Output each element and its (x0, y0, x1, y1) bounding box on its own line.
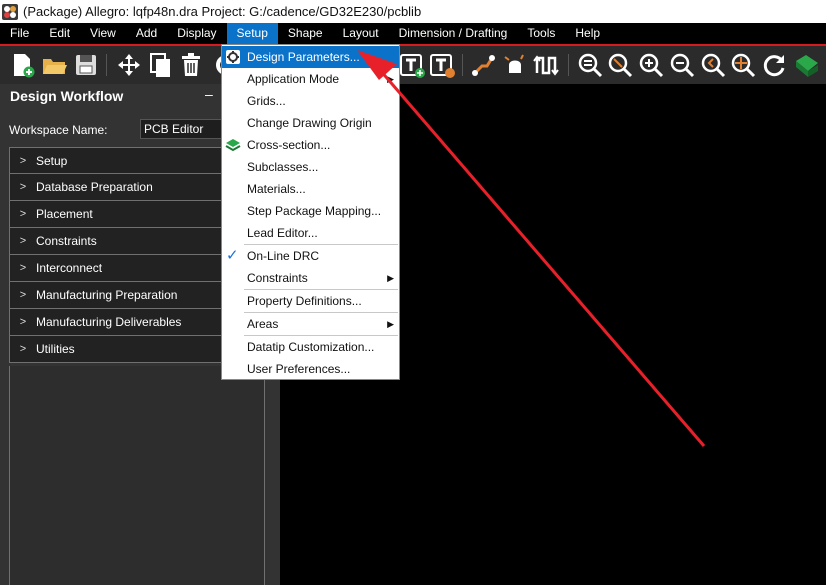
menu-tools[interactable]: Tools (517, 23, 565, 44)
submenu-arrow-icon: ▶ (387, 74, 394, 84)
toolbar-separator (106, 54, 107, 76)
menu-item-change-drawing-origin[interactable]: Change Drawing Origin (222, 112, 399, 134)
toolbar-separator (462, 54, 463, 76)
chevron-right-icon: > (19, 316, 27, 328)
toolbar-separator (568, 54, 569, 76)
workflow-item-label: Interconnect (36, 261, 103, 275)
copy-icon[interactable] (146, 51, 174, 79)
menu-shape[interactable]: Shape (278, 23, 333, 44)
menu-item-label: Property Definitions... (247, 294, 362, 308)
menu-edit[interactable]: Edit (39, 23, 80, 44)
menu-item-areas[interactable]: Areas ▶ (222, 313, 399, 335)
text-icon[interactable] (398, 51, 426, 79)
move-icon[interactable] (115, 51, 143, 79)
menu-layout[interactable]: Layout (333, 23, 389, 44)
submenu-arrow-icon: ▶ (387, 319, 394, 329)
text-edit-icon[interactable] (428, 51, 456, 79)
menu-add[interactable]: Add (126, 23, 167, 44)
submenu-arrow-icon: ▶ (387, 273, 394, 283)
redraw-icon[interactable] (760, 51, 788, 79)
chevron-right-icon: > (19, 289, 27, 301)
zoom-out-icon[interactable] (668, 51, 696, 79)
chevron-right-icon: > (19, 262, 27, 274)
menu-item-property-definitions[interactable]: Property Definitions... (222, 290, 399, 312)
menu-item-label: Cross-section... (247, 138, 331, 152)
menu-item-online-drc[interactable]: ✓ On-Line DRC (222, 245, 399, 267)
save-icon[interactable] (72, 51, 100, 79)
title-bar: (Package) Allegro: lqfp48n.dra Project: … (0, 0, 826, 23)
menu-item-label: Lead Editor... (247, 226, 318, 240)
zoom-previous-icon[interactable] (699, 51, 727, 79)
menu-item-label: Datatip Customization... (247, 340, 375, 354)
menu-item-label: Grids... (247, 94, 286, 108)
menu-item-application-mode[interactable]: Application Mode ▶ (222, 68, 399, 90)
menu-item-design-parameters[interactable]: Design Parameters... (222, 46, 399, 68)
menu-item-label: User Preferences... (247, 362, 351, 376)
menu-item-subclasses[interactable]: Subclasses... (222, 156, 399, 178)
menu-item-label: Subclasses... (247, 160, 319, 174)
menu-item-label: Step Package Mapping... (247, 204, 382, 218)
menu-item-materials[interactable]: Materials... (222, 178, 399, 200)
zoom-window-icon[interactable] (606, 51, 634, 79)
menu-item-label: Design Parameters... (247, 50, 360, 64)
chevron-right-icon: > (19, 343, 27, 355)
menu-display[interactable]: Display (167, 23, 226, 44)
menu-item-label: On-Line DRC (247, 249, 320, 263)
menu-file[interactable]: File (0, 23, 39, 44)
workspace-name-label: Workspace Name: (9, 123, 108, 137)
zoom-in-icon[interactable] (637, 51, 665, 79)
chevron-right-icon: > (19, 181, 27, 193)
panel-title: Design Workflow (10, 88, 124, 104)
main-toolbar (0, 46, 826, 84)
workflow-item-label: Constraints (36, 234, 97, 248)
chevron-right-icon: > (19, 154, 27, 167)
menu-item-cross-section[interactable]: Cross-section... (222, 134, 399, 156)
menu-item-grids[interactable]: Grids... (222, 90, 399, 112)
menu-item-datatip-customization[interactable]: Datatip Customization... (222, 336, 399, 358)
workflow-item-label: Database Preparation (36, 180, 153, 194)
allegro-app-icon (2, 3, 18, 20)
window-title: (Package) Allegro: lqfp48n.dra Project: … (23, 4, 422, 19)
slide-icon[interactable] (501, 51, 529, 79)
checkmark-icon: ✓ (226, 247, 239, 264)
workflow-item-label: Manufacturing Deliverables (36, 315, 182, 329)
delay-tune-icon[interactable] (532, 51, 560, 79)
layer-stack-icon (225, 139, 241, 152)
zoom-fit-icon[interactable] (576, 51, 604, 79)
workflow-item-label: Setup (36, 153, 68, 168)
setup-dropdown-menu: Design Parameters... Application Mode ▶ … (221, 44, 400, 380)
menu-item-label: Constraints (247, 271, 308, 285)
new-file-icon[interactable] (8, 51, 36, 79)
delete-icon[interactable] (177, 51, 205, 79)
menu-setup[interactable]: Setup (226, 23, 278, 44)
workflow-item-label: Manufacturing Preparation (36, 288, 178, 302)
chevron-right-icon: > (19, 208, 27, 220)
zoom-center-icon[interactable] (729, 51, 757, 79)
panel-minimize-button[interactable]: – (205, 86, 213, 102)
menu-item-lead-editor[interactable]: Lead Editor... (222, 222, 399, 244)
menu-item-label: Application Mode (247, 72, 340, 86)
workflow-item-label: Utilities (36, 342, 75, 356)
menu-bar: File Edit View Add Display Setup Shape L… (0, 23, 826, 44)
menu-item-constraints[interactable]: Constraints ▶ (222, 267, 399, 289)
board-3d-icon[interactable] (792, 51, 820, 79)
menu-dimension-drafting[interactable]: Dimension / Drafting (389, 23, 518, 44)
menu-item-label: Materials... (247, 182, 306, 196)
menu-item-label: Change Drawing Origin (247, 116, 372, 130)
workflow-empty-area (9, 366, 265, 585)
chevron-right-icon: > (19, 235, 27, 247)
menu-item-label: Areas (247, 317, 279, 331)
menu-item-user-preferences[interactable]: User Preferences... (222, 358, 399, 380)
menu-help[interactable]: Help (565, 23, 610, 44)
menu-item-step-package-mapping[interactable]: Step Package Mapping... (222, 200, 399, 222)
gear-icon (226, 50, 240, 64)
open-folder-icon[interactable] (40, 51, 68, 79)
menu-view[interactable]: View (80, 23, 126, 44)
add-connect-icon[interactable] (470, 51, 498, 79)
workflow-item-label: Placement (36, 207, 93, 221)
